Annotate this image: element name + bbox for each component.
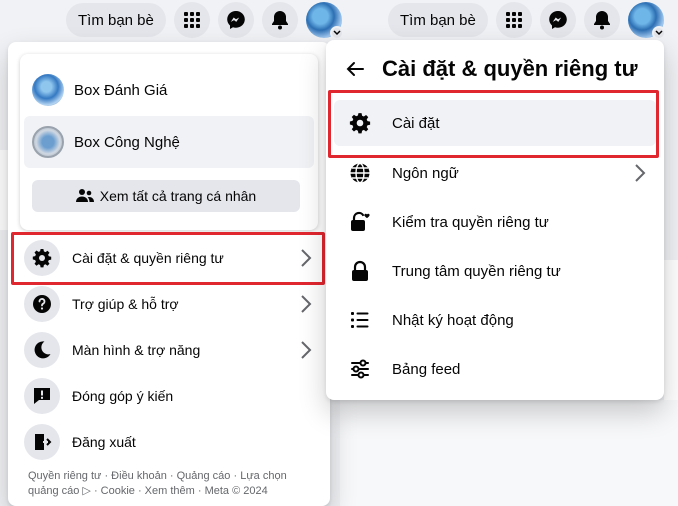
menu-item-label: Đăng xuất [72, 434, 136, 450]
menu-item-display-accessibility[interactable]: Màn hình & trợ năng [16, 327, 322, 373]
settings-item-label: Bảng feed [392, 360, 461, 378]
profiles-card: Box Đánh Giá Box Công Nghệ Xem tất cả tr… [20, 54, 318, 230]
settings-item-feed[interactable]: Bảng feed [334, 346, 656, 392]
settings-privacy-panel: Cài đặt & quyền riêng tư Cài đặt Ngôn ng… [326, 40, 664, 400]
account-avatar-button[interactable] [627, 2, 666, 40]
account-menu-dropdown: Box Đánh Giá Box Công Nghệ Xem tất cả tr… [8, 42, 330, 506]
profile-name: Box Đánh Giá [74, 81, 168, 99]
settings-item-language[interactable]: Ngôn ngữ [334, 150, 656, 196]
avatar [32, 74, 64, 106]
avatar [32, 126, 64, 158]
panel-header: Cài đặt & quyền riêng tư [346, 56, 638, 82]
menu-button[interactable] [495, 2, 532, 38]
background-card-bottom [340, 400, 678, 506]
menu-button[interactable] [173, 2, 210, 38]
find-friends-button[interactable]: Tìm bạn bè [66, 3, 166, 37]
chevron-right-icon [635, 164, 646, 182]
profile-item[interactable]: Box Công Nghệ [24, 116, 314, 168]
chevron-right-icon [301, 249, 312, 267]
panel-title: Cài đặt & quyền riêng tư [382, 56, 638, 81]
notifications-button[interactable] [261, 2, 298, 38]
settings-item-label: Kiểm tra quyền riêng tư [392, 213, 549, 231]
menu-item-label: Đóng góp ý kiến [72, 388, 174, 404]
menu-item-settings-privacy[interactable]: Cài đặt & quyền riêng tư [16, 235, 322, 281]
account-avatar-button[interactable] [305, 2, 344, 40]
menu-item-label: Màn hình & trợ năng [72, 342, 201, 358]
feedback-icon [24, 378, 60, 414]
footer-line-1[interactable]: Quyền riêng tư · Điều khoản · Quảng cáo … [28, 469, 318, 484]
settings-item-activity-log[interactable]: Nhật ký hoạt động [334, 297, 656, 343]
settings-item-settings[interactable]: Cài đặt [334, 100, 656, 146]
gear-icon [342, 105, 378, 141]
background-card-edge-right [664, 260, 678, 400]
footer-line-2[interactable]: quảng cáo ▷ · Cookie · Xem thêm · Meta ©… [28, 484, 318, 499]
notifications-button[interactable] [583, 2, 620, 38]
moon-icon [24, 332, 60, 368]
lock-heart-icon [342, 204, 378, 240]
menu-item-label: Trợ giúp & hỗ trợ [72, 296, 179, 312]
settings-item-privacy-center[interactable]: Trung tâm quyền riêng tư [334, 248, 656, 294]
menu-item-give-feedback[interactable]: Đóng góp ý kiến [16, 373, 322, 419]
bell-icon [593, 11, 610, 30]
help-icon [24, 286, 60, 322]
logout-icon [24, 424, 60, 460]
grid-icon [505, 12, 522, 28]
chevron-right-icon [301, 341, 312, 359]
settings-item-label: Nhật ký hoạt động [392, 311, 514, 329]
grid-icon [183, 12, 200, 28]
bell-icon [271, 11, 288, 30]
menu-item-log-out[interactable]: Đăng xuất [16, 419, 322, 465]
profile-name: Box Công Nghệ [74, 133, 180, 151]
globe-icon [342, 155, 378, 191]
settings-item-label: Ngôn ngữ [392, 164, 459, 182]
chevron-down-icon [329, 26, 344, 40]
settings-item-privacy-checkup[interactable]: Kiểm tra quyền riêng tư [334, 199, 656, 245]
top-navbar-right: Tìm bạn bè [388, 0, 666, 40]
settings-item-label: Trung tâm quyền riêng tư [392, 262, 561, 280]
messenger-button[interactable] [539, 2, 576, 38]
top-navbar-left: Tìm bạn bè [66, 0, 344, 40]
chevron-down-icon [651, 26, 666, 40]
chevron-right-icon [301, 295, 312, 313]
feed-icon [342, 351, 378, 387]
menu-item-help-support[interactable]: Trợ giúp & hỗ trợ [16, 281, 322, 327]
footer-links[interactable]: Quyền riêng tư · Điều khoản · Quảng cáo … [28, 469, 318, 499]
gear-icon [24, 240, 60, 276]
find-friends-button[interactable]: Tìm bạn bè [388, 3, 488, 37]
see-all-profiles-button[interactable]: Xem tất cả trang cá nhân [32, 180, 300, 212]
menu-item-label: Cài đặt & quyền riêng tư [72, 250, 224, 266]
messenger-icon [549, 11, 567, 29]
back-arrow-icon[interactable] [346, 61, 364, 77]
lock-icon [342, 253, 378, 289]
see-all-label: Xem tất cả trang cá nhân [99, 188, 257, 204]
messenger-button[interactable] [217, 2, 254, 38]
messenger-icon [227, 11, 245, 29]
settings-item-label: Cài đặt [392, 114, 440, 132]
profile-item[interactable]: Box Đánh Giá [24, 64, 314, 116]
switch-profiles-icon [75, 189, 94, 202]
list-icon [342, 302, 378, 338]
